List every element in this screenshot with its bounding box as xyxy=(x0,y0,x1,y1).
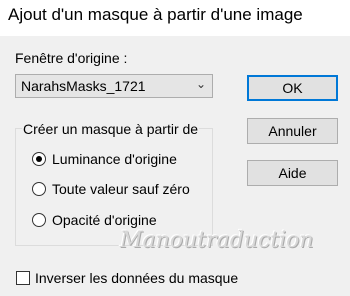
source-window-select[interactable]: NarahsMasks_1721 ⌄ xyxy=(15,74,213,98)
cancel-button[interactable]: Annuler xyxy=(247,118,338,144)
help-button[interactable]: Aide xyxy=(247,160,338,186)
radio-opacity-indicator[interactable] xyxy=(32,213,46,227)
radio-any-nonzero[interactable]: Toute valeur sauf zéro xyxy=(32,181,190,197)
invert-mask-label: Inverser les données du masque xyxy=(35,270,239,286)
invert-mask-checkbox[interactable]: Inverser les données du masque xyxy=(16,270,238,286)
source-window-value: NarahsMasks_1721 xyxy=(21,78,146,94)
radio-opacity[interactable]: Opacité d'origine xyxy=(32,212,157,228)
title-bar: Ajout d'un masque à partir d'une image xyxy=(0,0,350,36)
radio-opacity-label: Opacité d'origine xyxy=(52,212,157,228)
source-window-label: Fenêtre d'origine : xyxy=(15,50,128,66)
mask-source-legend: Créer un masque à partir de xyxy=(22,121,200,137)
chevron-down-icon: ⌄ xyxy=(195,77,206,91)
invert-mask-check-indicator[interactable] xyxy=(16,271,30,285)
watermark: Manoutraduction xyxy=(120,228,314,253)
radio-any-nonzero-label: Toute valeur sauf zéro xyxy=(52,181,190,197)
radio-any-nonzero-indicator[interactable] xyxy=(32,182,46,196)
radio-luminance[interactable]: Luminance d'origine xyxy=(32,151,177,167)
radio-luminance-indicator[interactable] xyxy=(32,152,46,166)
radio-luminance-label: Luminance d'origine xyxy=(52,151,177,167)
window-title: Ajout d'un masque à partir d'une image xyxy=(8,5,303,24)
ok-button[interactable]: OK xyxy=(247,75,338,101)
